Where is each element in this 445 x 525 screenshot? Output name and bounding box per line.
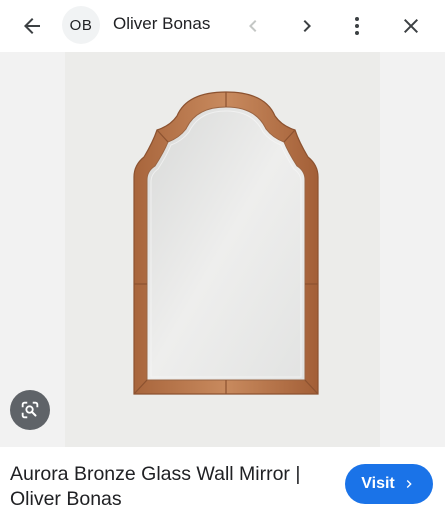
back-button[interactable] bbox=[12, 8, 52, 44]
chevron-left-icon bbox=[249, 20, 257, 32]
chevron-right-icon bbox=[303, 20, 311, 32]
result-title[interactable]: Aurora Bronze Glass Wall Mirror | Oliver… bbox=[10, 462, 330, 512]
visit-button[interactable]: Visit bbox=[345, 464, 433, 504]
top-bar: OB Oliver Bonas bbox=[0, 0, 445, 52]
previous-button[interactable] bbox=[236, 8, 270, 44]
close-icon bbox=[404, 19, 418, 33]
product-image[interactable] bbox=[65, 52, 380, 447]
next-button[interactable] bbox=[290, 8, 324, 44]
visit-label: Visit bbox=[361, 475, 395, 492]
more-vert-icon bbox=[355, 17, 359, 35]
more-options-button[interactable] bbox=[342, 8, 372, 44]
image-viewer bbox=[0, 52, 445, 447]
lens-search-icon bbox=[21, 401, 39, 419]
lens-search-button[interactable] bbox=[10, 390, 50, 430]
avatar-text: OB bbox=[69, 16, 93, 34]
site-avatar[interactable]: OB bbox=[62, 6, 100, 44]
arrow-left-icon bbox=[24, 18, 40, 34]
close-button[interactable] bbox=[393, 8, 429, 44]
site-name[interactable]: Oliver Bonas bbox=[113, 14, 210, 34]
chevron-right-icon bbox=[406, 480, 412, 488]
mirror-illustration bbox=[133, 91, 319, 395]
